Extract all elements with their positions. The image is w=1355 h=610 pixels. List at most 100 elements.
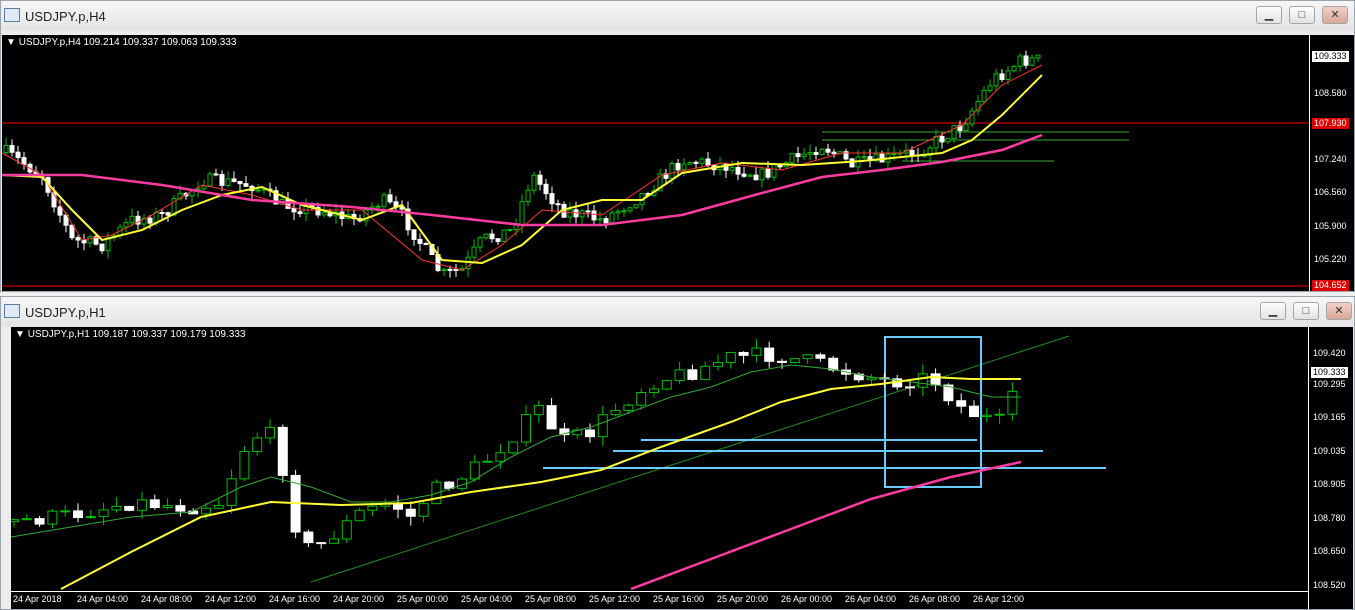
price-label: 106.560	[1314, 187, 1347, 197]
candle-body	[905, 386, 915, 389]
minimize-button[interactable]: ▁	[1260, 302, 1286, 320]
candle-body	[819, 148, 825, 155]
candle-body	[149, 499, 160, 509]
candle-body	[963, 123, 969, 132]
candle-body	[243, 183, 249, 187]
price-chart-h1[interactable]: ▼ USDJPY.p,H1 109.187 109.337 109.179 10…	[11, 327, 1353, 609]
chart-info-line: ▼ USDJPY.p,H4 109.214 109.337 109.063 10…	[6, 37, 236, 48]
candle-body	[591, 210, 597, 221]
candle-body	[489, 233, 495, 240]
candle-body	[159, 212, 165, 215]
candle-body	[57, 206, 63, 216]
candle-body	[930, 373, 941, 386]
candle-body	[615, 210, 621, 214]
price-label: 109.420	[1313, 348, 1346, 358]
candle-body	[699, 158, 705, 164]
candle-body	[801, 153, 807, 158]
candle-body	[69, 224, 75, 239]
candle-body	[681, 163, 687, 171]
candle-body	[239, 450, 250, 480]
candle-body	[482, 460, 493, 463]
candle-body	[201, 507, 211, 515]
candle-body	[137, 499, 147, 511]
candle-body	[633, 204, 639, 209]
candle-body	[11, 519, 19, 523]
candle-body	[999, 73, 1005, 80]
candle-body	[213, 504, 224, 509]
price-label: 108.780	[1313, 513, 1346, 523]
candle-body	[252, 437, 263, 452]
price-label: 109.035	[1313, 446, 1346, 456]
moving-average-slow	[630, 460, 1022, 591]
candle-body	[423, 242, 429, 246]
candle-body	[393, 503, 403, 510]
time-label: 25 Apr 12:00	[589, 594, 641, 604]
price-chart-h4[interactable]: ▼ USDJPY.p,H4 109.214 109.337 109.063 10…	[2, 35, 1354, 291]
title-bar-h1[interactable]: USDJPY.p,H1 ▁ □ ✕	[1, 297, 1354, 327]
time-label: 25 Apr 08:00	[525, 594, 577, 604]
candle-body	[764, 347, 775, 362]
candle-body	[521, 414, 531, 443]
time-label: 24 Apr 08:00	[141, 594, 193, 604]
candle-body	[549, 193, 555, 205]
candle-body	[329, 538, 339, 544]
candle-body	[519, 201, 525, 226]
maximize-button[interactable]: □	[1293, 302, 1319, 320]
candle-body	[597, 414, 608, 438]
candle-body	[47, 510, 58, 525]
candle-body	[483, 233, 489, 239]
candle-body	[661, 380, 672, 390]
candle-body	[375, 205, 381, 208]
candle-body	[771, 164, 777, 178]
candle-body	[741, 173, 747, 177]
candle-body	[441, 268, 447, 271]
dropdown-triangle-icon: ▼	[15, 329, 28, 340]
close-button[interactable]: ✕	[1326, 302, 1352, 320]
candle-body	[738, 351, 749, 356]
maximize-button[interactable]: □	[1289, 6, 1315, 24]
candle-body	[546, 405, 557, 430]
close-button[interactable]: ✕	[1322, 6, 1348, 24]
candle-body	[367, 505, 378, 511]
candle-body	[674, 369, 685, 382]
candle-body	[285, 199, 291, 209]
candle-body	[231, 178, 237, 182]
candle-body	[1017, 55, 1023, 67]
candle-body	[585, 429, 595, 438]
minimize-button[interactable]: ▁	[1256, 6, 1282, 24]
candle-body	[291, 207, 297, 213]
time-label: 24 Apr 20:00	[333, 594, 385, 604]
candle-body	[597, 218, 603, 221]
candle-body	[85, 516, 96, 519]
candle-body	[265, 426, 275, 439]
candle-body	[861, 156, 867, 159]
candle-body	[759, 168, 765, 181]
title-bar-h4[interactable]: USDJPY.p,H4 ▁ □ ✕	[1, 1, 1354, 31]
candle-body	[225, 178, 231, 186]
candle-body	[969, 405, 979, 418]
hline-price-badge: 107.930	[1312, 118, 1349, 129]
price-axis-h4: 109.333 108.580 107.930 107.240 106.560 …	[1309, 35, 1354, 291]
candle-body	[533, 405, 544, 416]
window-title: USDJPY.p,H1	[25, 305, 106, 320]
candle-body	[21, 157, 27, 165]
candle-body	[129, 215, 135, 224]
candle-body	[537, 174, 543, 185]
candle-body	[303, 531, 314, 544]
chart-window-h4: USDJPY.p,H4 ▁ □ ✕ ▼ USDJPY.p,H4 109.214 …	[0, 0, 1355, 292]
candle-body	[1035, 54, 1041, 59]
candle-body	[3, 145, 9, 154]
candle-body	[713, 362, 723, 367]
chart-window-icon	[4, 8, 20, 22]
moving-average-fast	[2, 64, 1043, 271]
candle-body	[753, 174, 759, 181]
candle-body	[585, 210, 591, 213]
candle-body	[321, 211, 327, 216]
candle-body	[735, 167, 741, 175]
candle-body	[297, 211, 303, 215]
candle-body	[687, 369, 698, 380]
candle-body	[807, 152, 813, 155]
candle-body	[175, 505, 186, 512]
candle-body	[1007, 390, 1018, 415]
candle-body	[81, 239, 87, 244]
